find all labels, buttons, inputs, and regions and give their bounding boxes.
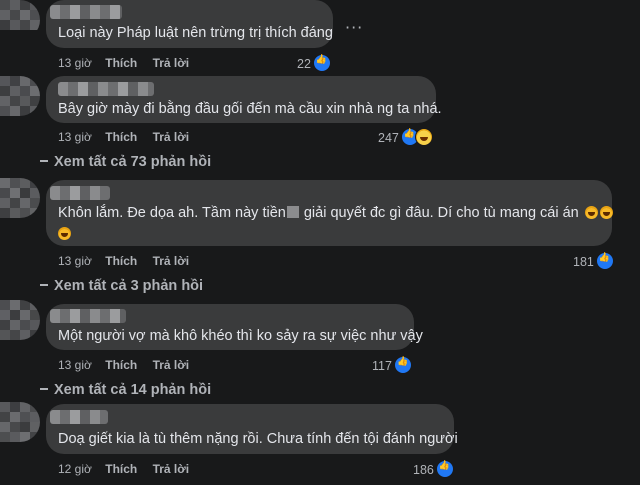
reaction-count: 181 — [573, 255, 594, 269]
like-reaction-icon — [393, 356, 412, 374]
comment-actions: 13 giờ Thích Trả lời — [58, 130, 201, 144]
comment-text: Khôn lắm. Đe dọa ah. Tầm này tiền giải q… — [58, 203, 613, 223]
haha-reaction-icon — [414, 128, 433, 146]
author-name-redacted — [50, 186, 110, 200]
view-replies-label: Xem tất cả 14 phản hồi — [54, 382, 212, 398]
reaction-count: 22 — [297, 57, 311, 71]
like-button[interactable]: Thích — [105, 130, 137, 144]
view-replies-link[interactable]: Xem tất cả 73 phản hồi — [40, 154, 211, 170]
rofl-emoji-icon — [58, 227, 71, 240]
comment-actions: 13 giờ Thích Trả lời — [58, 254, 201, 268]
avatar[interactable] — [0, 178, 40, 218]
reply-button[interactable]: Trả lời — [153, 56, 190, 70]
reply-thread-line — [40, 284, 48, 286]
comment-text-part-2: giải quyết đc gì đâu. Dí cho tù mang cái… — [299, 205, 579, 221]
reply-button[interactable]: Trả lời — [153, 358, 190, 372]
rofl-emoji-icon — [584, 206, 598, 219]
comment-actions: 13 giờ Thích Trả lời — [58, 358, 201, 372]
reaction-count: 117 — [372, 359, 392, 373]
comment-time[interactable]: 13 giờ — [58, 130, 92, 144]
comment-time[interactable]: 13 giờ — [58, 358, 92, 372]
like-reaction-icon — [312, 54, 331, 72]
comment-text-part-1: Khôn lắm. Đe dọa ah. Tầm này tiền — [58, 205, 286, 221]
comment-time[interactable]: 13 giờ — [58, 254, 92, 268]
avatar[interactable] — [0, 402, 40, 442]
like-reaction-icon — [435, 460, 454, 478]
view-replies-label: Xem tất cả 73 phản hồi — [54, 154, 212, 170]
reaction-count: 247 — [378, 131, 399, 145]
like-button[interactable]: Thích — [105, 462, 137, 476]
reaction-summary[interactable]: 117 — [372, 356, 412, 374]
like-button[interactable]: Thích — [105, 358, 137, 372]
censored-word — [286, 206, 299, 218]
author-name-redacted — [50, 410, 108, 424]
comment-text: Bây giờ mày đi bằng đầu gối đến mà cầu x… — [58, 101, 442, 117]
avatar[interactable] — [0, 300, 40, 340]
comment-text: Một người vợ mà khô khéo thì ko sảy ra s… — [58, 328, 423, 344]
like-reaction-icon — [595, 252, 614, 270]
like-button[interactable]: Thích — [105, 56, 137, 70]
comment-actions: 13 giờ Thích Trả lời — [58, 56, 201, 70]
rofl-emoji-icon — [599, 206, 613, 219]
comment-text: Doạ giết kia là tù thêm nặng rồi. Chưa t… — [58, 431, 458, 447]
comment-time[interactable]: 13 giờ — [58, 56, 92, 70]
reaction-summary[interactable]: 247 — [378, 128, 433, 146]
author-name-redacted — [50, 5, 122, 19]
comment-text-line-2 — [58, 224, 71, 244]
avatar[interactable] — [0, 0, 40, 40]
reaction-summary[interactable]: 22 — [297, 54, 331, 72]
comment-actions: 12 giờ Thích Trả lời — [58, 462, 201, 476]
reply-thread-line — [40, 388, 48, 390]
reply-button[interactable]: Trả lời — [153, 130, 190, 144]
view-replies-link[interactable]: Xem tất cả 14 phản hồi — [40, 382, 211, 398]
author-name-redacted — [50, 309, 126, 323]
view-replies-link[interactable]: Xem tất cả 3 phản hồi — [40, 278, 203, 294]
reaction-summary[interactable]: 181 — [573, 252, 614, 270]
reply-thread-line — [40, 160, 48, 162]
ellipsis-icon[interactable]: ··· — [345, 18, 363, 37]
author-name-redacted — [58, 82, 154, 96]
reply-button[interactable]: Trả lời — [153, 462, 190, 476]
reaction-count: 186 — [413, 463, 434, 477]
avatar[interactable] — [0, 76, 40, 116]
view-replies-label: Xem tất cả 3 phản hồi — [54, 278, 204, 294]
reaction-summary[interactable]: 186 — [413, 460, 454, 478]
like-button[interactable]: Thích — [105, 254, 137, 268]
comment-text: Loại này Pháp luật nên trừng trị thích đ… — [58, 25, 333, 41]
reply-button[interactable]: Trả lời — [153, 254, 190, 268]
comment-time[interactable]: 12 giờ — [58, 462, 92, 476]
